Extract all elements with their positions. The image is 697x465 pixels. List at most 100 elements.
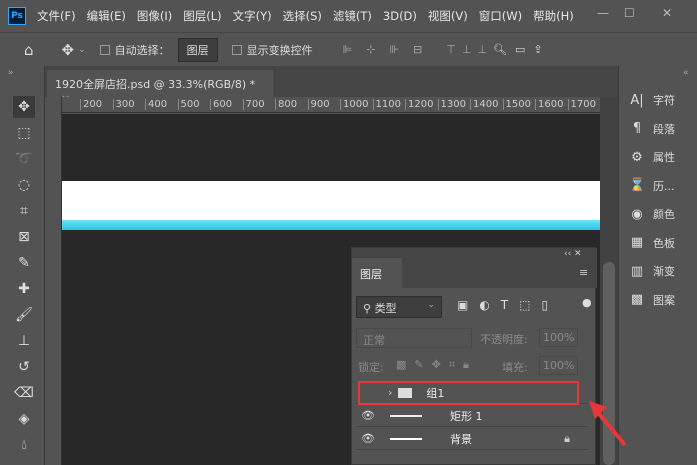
ruler-tick: 1500 — [502, 99, 531, 110]
highlight-box — [358, 381, 579, 405]
fill-label: 填充: — [502, 361, 528, 374]
marquee-tool-icon[interactable]: ⬚ — [13, 122, 35, 144]
menu-view[interactable]: 视图(V) — [428, 8, 468, 24]
ruler-tick: 200 — [80, 99, 102, 110]
auto-select-dropdown[interactable]: 图层 — [177, 37, 218, 62]
maximize-button[interactable]: ☐ — [624, 6, 635, 20]
auto-select-checkbox[interactable] — [99, 44, 110, 55]
crop-tool-icon[interactable]: ⌗ — [13, 200, 35, 222]
show-transform-checkbox[interactable] — [231, 44, 242, 55]
panel-button[interactable]: ◉ 颜色 — [629, 206, 675, 222]
horizontal-ruler: 200 300 400 500 600 700 800 900 1000 1100 1200 1300… — [62, 97, 600, 113]
panel-button[interactable]: ▩ 图案 — [629, 292, 675, 308]
share-icon[interactable]: ⇪ — [533, 43, 542, 56]
panel-icon: ▦ — [630, 235, 644, 250]
menu-select[interactable]: 选择(S) — [283, 8, 322, 24]
panel-label: 历... — [653, 179, 675, 193]
blend-mode-dropdown[interactable]: 正常 — [356, 328, 472, 348]
panel-button[interactable]: ⌛ 历... — [629, 178, 675, 194]
layer-thumbnail — [390, 437, 422, 440]
expand-icon[interactable]: » — [8, 68, 14, 78]
ruler-tick: 400 — [145, 99, 167, 110]
move-tool-icon[interactable]: ✥ — [62, 41, 75, 59]
ruler-tick: 800 — [275, 99, 297, 110]
panel-button[interactable]: A| 字符 — [629, 92, 675, 108]
filter-icons[interactable]: ▣◐T⬚▯ — [457, 298, 559, 312]
panel-button[interactable]: ▦ 色板 — [629, 235, 675, 251]
ruler-tick: 900 — [307, 99, 330, 110]
menu-file[interactable]: 文件(F) — [37, 8, 76, 24]
lock-icons[interactable]: ▩✎✥⌗🔒︎ — [396, 358, 477, 372]
options-bar: ⌂ ✥ ⌄ 自动选择： 图层 显示变换控件 ⊫⊹⊪⊟ ⊤⊥⊥ 🔍︎ ▭ ⇪ — [0, 32, 697, 66]
ruler-tick: 1200 — [405, 99, 433, 110]
canvas-white-band — [62, 181, 600, 220]
panel-icon: A| — [630, 92, 644, 108]
panel-icon: ▥ — [630, 263, 644, 279]
ruler-tick: 1100 — [372, 99, 401, 110]
layer-row-rectangle1[interactable]: 👁︎ 矩形 1 — [356, 405, 588, 427]
paint-bucket-icon[interactable]: ◈ — [13, 408, 35, 430]
blur-tool-icon[interactable]: 💧︎ — [13, 434, 35, 456]
eyedropper-tool-icon[interactable]: ✎ — [13, 252, 35, 274]
panel-icon: ▩ — [630, 292, 644, 307]
panel-icon: ⚙ — [631, 149, 643, 165]
document-title: 1920全屏店招.psd @ 33.3%(RGB/8) * — [55, 78, 256, 91]
home-icon[interactable]: ⌂ — [24, 41, 34, 59]
menu-type[interactable]: 文字(Y) — [233, 8, 272, 24]
tab-layers[interactable]: 图层 — [352, 258, 402, 288]
panel-label: 色板 — [653, 236, 675, 250]
menu-edit[interactable]: 编辑(E) — [87, 8, 126, 24]
document-tab[interactable]: 1920全屏店招.psd @ 33.3%(RGB/8) * × — [47, 70, 273, 105]
filter-toggle-icon[interactable]: ● — [582, 296, 592, 309]
panel-label: 渐变 — [653, 265, 675, 278]
close-button[interactable]: ✕ — [662, 6, 672, 20]
healing-tool-icon[interactable]: ✚ — [13, 278, 35, 300]
move-tool-icon[interactable]: ✥ — [13, 96, 35, 118]
opacity-field[interactable]: 100% — [539, 328, 579, 347]
ruler-tick: 300 — [112, 99, 135, 110]
panel-button[interactable]: ⚙ 属性 — [629, 149, 675, 165]
layer-row-background[interactable]: 👁︎ 背景 🔒︎ — [356, 428, 588, 450]
menu-layer[interactable]: 图层(L) — [183, 8, 221, 24]
layer-name: 背景 — [450, 432, 472, 446]
history-brush-icon[interactable]: ↺ — [13, 356, 35, 378]
lasso-tool-icon[interactable]: ➰ — [13, 148, 35, 170]
panel-label: 图案 — [653, 293, 675, 307]
stamp-tool-icon[interactable]: ⊥ — [13, 330, 35, 352]
align-icons[interactable]: ⊫⊹⊪⊟ — [343, 43, 437, 56]
menu-3d[interactable]: 3D(D) — [383, 9, 417, 23]
menu-filter[interactable]: 滤镜(T) — [333, 8, 372, 24]
ruler-tick: 1700 — [567, 99, 596, 110]
chevron-down-icon[interactable]: ⌄ — [78, 45, 86, 55]
eye-icon[interactable]: 👁︎ — [356, 432, 380, 445]
frame-tool-icon[interactable]: ⊠ — [13, 226, 35, 248]
distribute-icons[interactable]: ⊤⊥⊥ — [446, 43, 493, 56]
fill-field[interactable]: 100% — [539, 356, 579, 375]
menu-window[interactable]: 窗口(W) — [479, 8, 522, 24]
panel-label: 段落 — [653, 122, 675, 136]
vertical-ruler — [45, 97, 62, 465]
search-icon[interactable]: 🔍︎ — [493, 43, 507, 56]
panel-button[interactable]: ▥ 渐变 — [629, 263, 675, 279]
panel-menu-icon[interactable]: ≡ — [579, 266, 588, 279]
collapse-panel-icon[interactable]: ‹‹ ✕ — [564, 249, 582, 259]
panel-button[interactable]: ¶ 段落 — [629, 121, 675, 137]
filter-type-dropdown[interactable]: ⚲ 类型 ⌄ — [356, 296, 442, 318]
eraser-tool-icon[interactable]: ⌫ — [13, 382, 35, 404]
collapse-icon[interactable]: « — [683, 68, 689, 78]
quick-select-tool-icon[interactable]: ◌ — [13, 174, 35, 196]
workspace-icon[interactable]: ▭ — [515, 43, 525, 56]
panel-icon: ⌛ — [629, 178, 646, 193]
search-icon: ⚲ — [363, 302, 372, 315]
menu-help[interactable]: 帮助(H) — [533, 8, 574, 24]
ruler-tick: 500 — [177, 99, 200, 110]
layer-name: 矩形 1 — [450, 409, 483, 423]
canvas-cyan-stripe — [62, 220, 600, 230]
eye-icon[interactable]: 👁︎ — [356, 409, 380, 422]
brush-tool-icon[interactable]: 🖌︎ — [13, 304, 35, 326]
menu-image[interactable]: 图像(I) — [137, 8, 172, 24]
ruler-tick: 1000 — [340, 99, 368, 110]
photoshop-logo: Ps — [8, 7, 26, 25]
panel-icon: ¶ — [632, 121, 642, 136]
minimize-button[interactable]: — — [597, 6, 609, 20]
